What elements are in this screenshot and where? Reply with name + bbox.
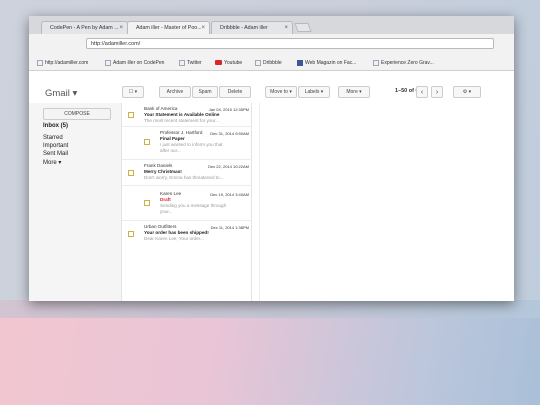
background-stripe (0, 300, 540, 318)
bookmark-label: Twitter (187, 60, 202, 66)
spam-button[interactable]: Spam (192, 86, 218, 98)
youtube-icon (215, 60, 222, 66)
tab-label: Dribbble - Adam iller (220, 25, 268, 31)
next-page-button[interactable]: › (431, 86, 443, 98)
tab-dribbble[interactable]: Dribbble - Adam iller × (211, 21, 293, 34)
bookmark-label: Experience Zero Grav... (381, 60, 434, 66)
bookmarks-bar: http://adamiller.com Adam iller on CodeP… (37, 58, 507, 68)
browser-chrome: CodePen - A Pen by Adam ... × Adam iller … (29, 16, 514, 71)
message-list: Bank of America Jan 04, 2015 12:35PM You… (121, 103, 253, 301)
message-date: Dec 11, 2014 1:38PM (210, 225, 249, 230)
move-to-button[interactable]: Move to ▾ (265, 86, 297, 98)
bookmark-item[interactable]: Web Magazin on Fac... (297, 58, 356, 68)
close-icon[interactable]: × (201, 22, 205, 34)
sidebar-item-starred[interactable]: Starred (43, 135, 63, 141)
sidebar-item-more[interactable]: More ▾ (43, 159, 61, 166)
message-checkbox[interactable] (128, 170, 134, 176)
more-button[interactable]: More ▾ (338, 86, 370, 98)
message-snippet: The most recent statement for your... (144, 118, 220, 123)
message-subject: Final Paper (160, 136, 185, 141)
bookmark-item[interactable]: Adam iller on CodePen (105, 58, 164, 68)
message-snippet: Sending you a message through your... (160, 203, 227, 214)
page-icon (105, 59, 111, 66)
message-subject: Your Statement is Available Online (144, 112, 220, 117)
gmail-logo[interactable]: Gmail ▾ (45, 88, 77, 99)
page-icon (255, 59, 261, 66)
bookmark-item[interactable]: Youtube (215, 58, 242, 68)
prev-page-button[interactable]: ‹ (416, 86, 428, 98)
list-item[interactable]: Professor J. Hartford Dec 31, 2014 9:50A… (122, 127, 253, 160)
new-tab-button[interactable] (294, 23, 312, 32)
bookmark-item[interactable]: http://adamiller.com (37, 58, 88, 68)
sidebar-item-sent[interactable]: Sent Mail (43, 151, 68, 157)
delete-button[interactable]: Delete (219, 86, 251, 98)
bookmark-item[interactable]: Experience Zero Grav... (373, 58, 434, 68)
bookmark-label: Dribbble (263, 60, 282, 66)
page-icon (373, 59, 379, 66)
compose-button[interactable]: COMPOSE (43, 108, 111, 120)
message-snippet: I just wanted to inform you that after o… (160, 142, 223, 153)
tab-label: CodePen - A Pen by Adam ... (50, 25, 119, 31)
message-sender: Bank of America (144, 106, 178, 111)
list-item[interactable]: Bank of America Jan 04, 2015 12:35PM You… (122, 103, 253, 127)
message-subject: Draft (160, 197, 171, 202)
tab-strip: CodePen - A Pen by Adam ... × Adam iller … (29, 16, 514, 34)
bookmark-item[interactable]: Twitter (179, 58, 202, 68)
sidebar-item-important[interactable]: Important (43, 143, 68, 149)
message-snippet: Dear Karen Lee, Your order... (144, 236, 204, 241)
close-icon[interactable]: × (284, 22, 288, 34)
reading-pane-divider (259, 103, 260, 301)
close-icon[interactable]: × (119, 22, 123, 34)
select-checkbox[interactable]: ☐ ▾ (122, 86, 144, 98)
message-subject: Merry Christmas! (144, 169, 182, 174)
url-text: http://adamiller.com/ (91, 41, 141, 47)
message-date: Dec 22, 2014 10:22AM (208, 164, 249, 169)
bookmark-label: Adam iller on CodePen (113, 60, 165, 66)
message-checkbox[interactable] (144, 139, 150, 145)
message-snippet: Don't worry, Emma has threatened to... (144, 175, 224, 180)
sidebar-background (29, 103, 121, 301)
browser-window: CodePen - A Pen by Adam ... × Adam iller … (29, 16, 514, 301)
gmail-app: Gmail ▾ COMPOSE Inbox (5) Starred Import… (29, 71, 514, 301)
address-bar[interactable]: http://adamiller.com/ (86, 38, 494, 49)
page-icon (179, 59, 185, 66)
bookmark-label: Web Magazin on Fac... (305, 60, 357, 66)
sidebar-item-inbox[interactable]: Inbox (5) (43, 123, 68, 129)
list-item[interactable]: Urban Outfitters Dec 11, 2014 1:38PM You… (122, 221, 253, 247)
bookmark-item[interactable]: Dribbble (255, 58, 282, 68)
message-checkbox[interactable] (144, 200, 150, 206)
message-sender: Urban Outfitters (144, 224, 177, 229)
labels-button[interactable]: Labels ▾ (298, 86, 330, 98)
archive-button[interactable]: Archive (159, 86, 191, 98)
list-item[interactable]: Karen Lee Dec 19, 2014 3:40AM Draft Send… (122, 186, 253, 221)
page-icon (37, 59, 43, 66)
message-sender: Professor J. Hartford (160, 130, 203, 135)
settings-button[interactable]: ⚙ ▾ (453, 86, 481, 98)
message-sender: Karen Lee (160, 191, 182, 196)
list-item[interactable]: Frank Daniels Dec 22, 2014 10:22AM Merry… (122, 160, 253, 186)
message-subject: Your order has been shipped! (144, 230, 209, 235)
bookmark-label: http://adamiller.com (45, 60, 89, 66)
message-checkbox[interactable] (128, 231, 134, 237)
tab-adamiller[interactable]: Adam iller - Master of Poo... × (127, 21, 210, 34)
message-date: Dec 19, 2014 3:40AM (210, 192, 249, 197)
tab-codepen[interactable]: CodePen - A Pen by Adam ... × (41, 21, 128, 34)
message-date: Dec 31, 2014 9:50AM (210, 131, 249, 136)
bookmark-label: Youtube (224, 60, 243, 66)
reading-pane (252, 103, 514, 301)
message-sender: Frank Daniels (144, 163, 173, 168)
tab-label: Adam iller - Master of Poo... (136, 25, 202, 31)
facebook-icon (297, 59, 303, 66)
message-checkbox[interactable] (128, 112, 134, 118)
